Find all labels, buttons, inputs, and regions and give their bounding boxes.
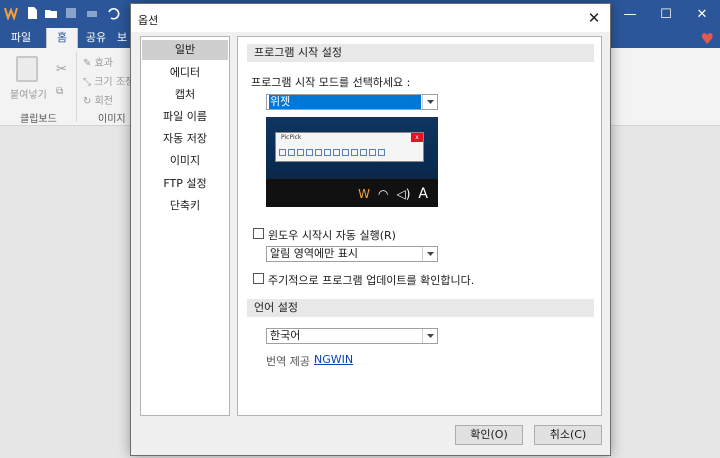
startup-mode-value: 위젯 xyxy=(269,95,421,109)
preview-widget-window: PicPick x xyxy=(275,132,424,162)
section-language-header: 언어 설정 xyxy=(247,299,594,317)
widget-preview-image: PicPick x W ◠ ◁) A xyxy=(266,117,438,207)
ok-button[interactable]: 확인(O) xyxy=(455,425,523,445)
open-folder-icon[interactable] xyxy=(44,6,58,20)
update-check-label[interactable]: 주기적으로 프로그램 업데이트를 확인합니다. xyxy=(268,272,474,288)
paste-button[interactable]: 붙여넣기 xyxy=(10,86,47,101)
options-panel: 프로그램 시작 설정 프로그램 시작 모드를 선택하세요 : 위젯 PicPic… xyxy=(237,36,602,416)
language-select[interactable]: 한국어 xyxy=(266,328,438,344)
nav-item-image[interactable]: 이미지 xyxy=(142,151,228,171)
resize-button[interactable]: ⤡ 크기 조정 xyxy=(83,73,134,88)
cut-icon[interactable]: ✂ xyxy=(56,62,67,77)
effect-button[interactable]: ✎ 효과 xyxy=(83,54,113,69)
copy-icon[interactable]: ⧉ xyxy=(56,86,63,97)
autostart-checkbox[interactable] xyxy=(253,228,264,239)
language-value: 한국어 xyxy=(270,329,301,342)
translator-link[interactable]: NGWIN xyxy=(314,353,353,366)
tray-option-value: 알림 영역에만 표시 xyxy=(270,247,358,260)
startup-mode-select[interactable]: 위젯 xyxy=(266,94,438,110)
autostart-label[interactable]: 윈도우 시작시 자동 실행(R) xyxy=(268,227,396,243)
group-image: 이미지 xyxy=(98,114,126,125)
tray-option-select[interactable]: 알림 영역에만 표시 xyxy=(266,246,438,262)
options-dialog: 옵션 ✕ 일반 에디터 캡처 파일 이름 자동 저장 이미지 FTP 설정 단축… xyxy=(130,3,611,456)
input-method-indicator: A xyxy=(418,186,428,202)
dialog-title: 옵션 xyxy=(138,14,159,27)
clipboard-icon xyxy=(16,56,38,82)
rotate-button[interactable]: ↻ 회전 xyxy=(83,92,113,107)
nav-item-filename[interactable]: 파일 이름 xyxy=(142,107,228,127)
picpick-tray-icon: W xyxy=(358,187,371,201)
dialog-close-icon[interactable]: ✕ xyxy=(580,4,608,32)
ribbon-divider xyxy=(76,52,77,122)
nav-item-editor[interactable]: 에디터 xyxy=(142,63,228,83)
minimize-icon[interactable]: — xyxy=(612,0,648,28)
new-file-icon[interactable] xyxy=(25,6,39,20)
app-logo-icon xyxy=(4,6,18,20)
tab-share[interactable]: 공유 xyxy=(80,28,112,48)
startup-mode-label: 프로그램 시작 모드를 선택하세요 : xyxy=(251,76,411,89)
print-icon[interactable] xyxy=(85,6,99,20)
tab-file[interactable]: 파일 xyxy=(0,28,42,48)
group-clipboard: 클립보드 xyxy=(20,114,57,125)
dialog-titlebar: 옵션 ✕ xyxy=(131,4,610,32)
preview-tray: W ◠ ◁) A xyxy=(358,186,428,202)
preview-toolbar xyxy=(279,146,420,158)
wifi-icon: ◠ xyxy=(378,187,389,201)
translation-credit-label: 번역 제공 : xyxy=(266,355,318,368)
nav-item-autosave[interactable]: 자동 저장 xyxy=(142,129,228,149)
options-sidebar: 일반 에디터 캡처 파일 이름 자동 저장 이미지 FTP 설정 단축키 xyxy=(140,36,230,416)
tab-view[interactable]: 보 xyxy=(114,28,130,48)
update-check-checkbox[interactable] xyxy=(253,273,264,284)
chevron-down-icon[interactable] xyxy=(422,247,437,261)
volume-icon: ◁) xyxy=(396,187,411,201)
maximize-icon[interactable]: ☐ xyxy=(648,0,684,28)
preview-taskbar: W ◠ ◁) A xyxy=(266,179,438,207)
heart-icon[interactable]: ♥ xyxy=(701,30,714,48)
preview-close-icon: x xyxy=(411,133,423,142)
section-startup-header: 프로그램 시작 설정 xyxy=(247,44,594,62)
save-icon[interactable] xyxy=(64,6,78,20)
nav-item-ftp[interactable]: FTP 설정 xyxy=(142,174,228,194)
nav-item-general[interactable]: 일반 xyxy=(142,40,228,60)
undo-icon[interactable] xyxy=(106,6,120,20)
nav-item-shortcuts[interactable]: 단축키 xyxy=(142,196,228,216)
preview-window-title: PicPick xyxy=(281,134,302,141)
window-close-icon[interactable]: ✕ xyxy=(684,0,720,28)
tab-home[interactable]: 홈 xyxy=(46,28,78,48)
chevron-down-icon[interactable] xyxy=(422,329,437,343)
chevron-down-icon[interactable] xyxy=(422,95,437,109)
cancel-button[interactable]: 취소(C) xyxy=(534,425,602,445)
nav-item-capture[interactable]: 캡처 xyxy=(142,85,228,105)
